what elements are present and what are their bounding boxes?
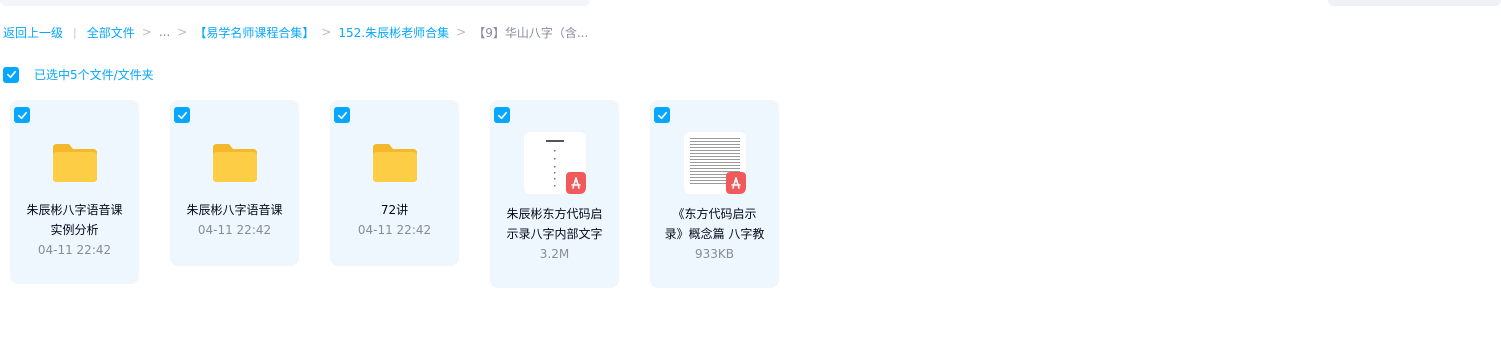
search-bar[interactable] bbox=[0, 0, 590, 6]
divider: | bbox=[73, 25, 77, 39]
check-icon bbox=[17, 111, 27, 119]
file-checkbox[interactable] bbox=[654, 107, 670, 123]
chevron-right-icon: > bbox=[141, 25, 152, 39]
file-card[interactable]: 朱辰彬八字语音课 实例分析 04-11 22:42 bbox=[10, 100, 139, 284]
file-size: 3.2M bbox=[539, 247, 570, 261]
select-all-checkbox[interactable] bbox=[3, 66, 19, 83]
crumb-ellipsis[interactable]: ... bbox=[159, 25, 170, 39]
file-date: 04-11 22:42 bbox=[197, 223, 272, 237]
file-card[interactable]: 朱辰彬八字语音课 04-11 22:42 bbox=[170, 100, 299, 266]
crumb-all-files[interactable]: 全部文件 bbox=[87, 24, 135, 41]
file-name: 朱辰彬八字语音课 实例分析 04-11 22:42 bbox=[10, 200, 139, 260]
file-date: 04-11 22:42 bbox=[37, 243, 112, 257]
file-card[interactable]: 朱辰彬东方代码启 示录八字内部文字 3.2M bbox=[490, 100, 619, 288]
folder-icon bbox=[212, 144, 257, 182]
top-right-control[interactable] bbox=[1328, 0, 1501, 6]
file-date: 04-11 22:42 bbox=[357, 223, 432, 237]
crumb-course-collection[interactable]: 【易学名师课程合集】 bbox=[194, 24, 314, 41]
back-link[interactable]: 返回上一级 bbox=[3, 24, 63, 41]
file-name: 《东方代码启示 录》概念篇 八字教 933KB bbox=[650, 204, 779, 264]
breadcrumb: 返回上一级 | 全部文件 > ... > 【易学名师课程合集】 > 152.朱辰… bbox=[3, 22, 588, 42]
chevron-right-icon: > bbox=[456, 25, 467, 39]
file-checkbox[interactable] bbox=[494, 107, 510, 123]
file-checkbox[interactable] bbox=[174, 107, 190, 123]
file-size: 933KB bbox=[694, 247, 734, 261]
chevron-right-icon: > bbox=[177, 25, 188, 39]
file-checkbox[interactable] bbox=[334, 107, 350, 123]
folder-icon bbox=[52, 144, 97, 182]
selection-count: 已选中5个文件/文件夹 bbox=[34, 68, 154, 82]
pdf-icon bbox=[725, 172, 746, 194]
check-icon bbox=[657, 111, 667, 119]
file-name: 朱辰彬八字语音课 04-11 22:42 bbox=[170, 200, 299, 240]
file-name: 朱辰彬东方代码启 示录八字内部文字 3.2M bbox=[490, 204, 619, 264]
pdf-thumbnail bbox=[683, 132, 746, 194]
file-card[interactable]: 72讲 04-11 22:42 bbox=[330, 100, 459, 266]
file-checkbox[interactable] bbox=[14, 107, 30, 123]
selection-bar: 已选中5个文件/文件夹 bbox=[3, 66, 154, 83]
folder-icon bbox=[372, 144, 417, 182]
check-icon bbox=[337, 111, 347, 119]
pdf-thumbnail bbox=[523, 132, 586, 194]
file-name: 72讲 04-11 22:42 bbox=[330, 200, 459, 240]
check-icon bbox=[497, 111, 507, 119]
file-card[interactable]: 《东方代码启示 录》概念篇 八字教 933KB bbox=[650, 100, 779, 288]
crumb-teacher-collection[interactable]: 152.朱辰彬老师合集 bbox=[338, 24, 449, 41]
check-icon bbox=[177, 111, 187, 119]
pdf-icon bbox=[565, 172, 586, 194]
crumb-current: 【9】华山八字（含... bbox=[473, 25, 589, 40]
check-icon bbox=[6, 70, 16, 79]
chevron-right-icon: > bbox=[321, 25, 332, 39]
